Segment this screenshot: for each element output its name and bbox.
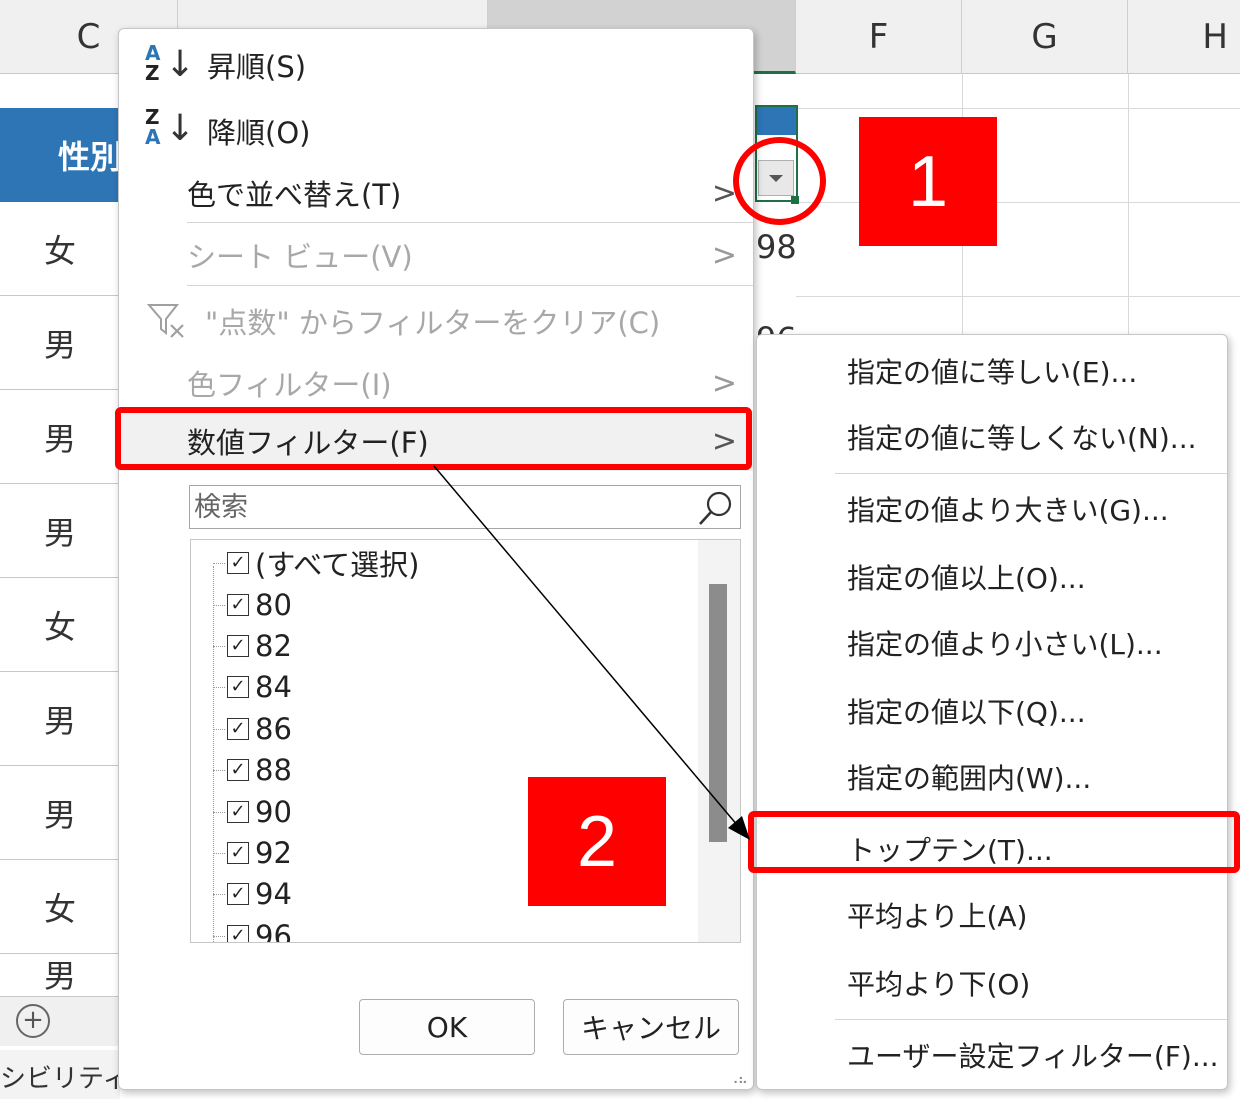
sort-ascending-icon: A Z ↓ xyxy=(145,41,196,85)
submenu-item-greater-than[interactable]: 指定の値より大きい(G)... xyxy=(757,479,1227,539)
cell-gender-3[interactable]: 男 xyxy=(0,390,120,484)
list-item-label: 82 xyxy=(255,629,292,663)
list-item-label: 92 xyxy=(255,836,292,870)
checkbox-checked-icon[interactable]: ✓ xyxy=(227,594,249,616)
chevron-right-icon: > xyxy=(711,237,737,273)
status-bar-accessibility[interactable]: シビリティ: I xyxy=(0,1050,120,1099)
submenu-item-less-than[interactable]: 指定の値より小さい(L)... xyxy=(757,613,1227,673)
list-item[interactable]: ✓ 90 xyxy=(213,793,292,831)
highlight-box-number-filter xyxy=(115,407,752,470)
submenu-item-between[interactable]: 指定の範囲内(W)... xyxy=(757,747,1227,807)
list-item-label: 88 xyxy=(255,753,292,787)
list-item-label: (すべて選択) xyxy=(255,548,420,582)
list-item-label: 84 xyxy=(255,670,292,704)
step-1-label: 1 xyxy=(859,117,997,246)
checkbox-checked-icon[interactable]: ✓ xyxy=(227,718,249,740)
grid-line xyxy=(1128,74,1129,344)
cell-gender-9[interactable]: 男 xyxy=(0,954,120,998)
header-cell-gender[interactable]: 性別 xyxy=(0,108,120,202)
grid-line xyxy=(796,108,1240,109)
checkbox-checked-icon[interactable]: ✓ xyxy=(227,883,249,905)
cell-gender-2[interactable]: 男 xyxy=(0,296,120,390)
list-item[interactable]: ✓ 94 xyxy=(213,875,292,913)
search-input[interactable] xyxy=(192,488,692,526)
sort-descending-label: 降順(O) xyxy=(207,116,311,150)
cell-score-1[interactable]: 98 xyxy=(756,228,797,266)
column-header-f[interactable]: F xyxy=(796,0,962,74)
highlight-circle-dropdown xyxy=(733,137,826,225)
list-item[interactable]: ✓ 80 xyxy=(213,586,292,624)
submenu-item-not-equals[interactable]: 指定の値に等しくない(N)... xyxy=(757,407,1227,467)
list-item-label: 90 xyxy=(255,795,292,829)
checkbox-checked-icon[interactable]: ✓ xyxy=(227,635,249,657)
list-item-label: 96 xyxy=(255,919,292,943)
cell-gender-7[interactable]: 男 xyxy=(0,766,120,860)
submenu-item-equals[interactable]: 指定の値に等しい(E)... xyxy=(757,341,1227,401)
ok-button[interactable]: OK xyxy=(359,999,535,1055)
list-item[interactable]: ✓ 96 xyxy=(213,917,292,943)
list-item[interactable]: ✓ 84 xyxy=(213,668,292,706)
number-filter-submenu: 指定の値に等しい(E)... 指定の値に等しくない(N)... 指定の値より大き… xyxy=(756,334,1228,1090)
sort-descending-item[interactable]: Z A ↓ 降順(O) xyxy=(119,101,753,161)
cancel-button[interactable]: キャンセル xyxy=(563,999,739,1055)
search-icon[interactable] xyxy=(696,488,736,528)
checkbox-checked-icon[interactable]: ✓ xyxy=(227,801,249,823)
scrollbar-thumb[interactable] xyxy=(709,584,727,842)
sort-descending-icon: Z A ↓ xyxy=(145,105,196,149)
submenu-item-less-or-equal[interactable]: 指定の値以下(Q)... xyxy=(757,681,1227,741)
grid-line xyxy=(796,296,1240,297)
list-item[interactable]: ✓ 82 xyxy=(213,627,292,665)
menu-separator xyxy=(187,222,753,223)
chevron-right-icon: > xyxy=(711,365,737,401)
list-item[interactable]: ✓ 88 xyxy=(213,751,292,789)
checkbox-checked-icon[interactable]: ✓ xyxy=(227,842,249,864)
menu-separator xyxy=(835,1019,1227,1020)
sheet-view-item: シート ビュー(V) > xyxy=(119,225,753,285)
list-item-label: 86 xyxy=(255,712,292,746)
submenu-item-greater-or-equal[interactable]: 指定の値以上(O)... xyxy=(757,547,1227,607)
resize-grip-icon[interactable]: ⠠⠦ xyxy=(728,1073,747,1087)
sort-ascending-item[interactable]: A Z ↓ 昇順(S) xyxy=(119,35,753,95)
sort-by-color-item[interactable]: 色で並べ替え(T) > xyxy=(119,163,753,223)
checkbox-checked-icon[interactable]: ✓ xyxy=(227,676,249,698)
clear-filter-item: "点数" からフィルターをクリア(C) xyxy=(119,291,753,351)
color-filter-label: 色フィルター(I) xyxy=(187,368,392,402)
menu-separator xyxy=(187,285,753,286)
submenu-item-below-average[interactable]: 平均より下(O) xyxy=(757,953,1227,1013)
checkbox-checked-icon[interactable]: ✓ xyxy=(227,759,249,781)
column-header-g[interactable]: G xyxy=(962,0,1128,74)
highlight-box-top-ten xyxy=(748,811,1240,873)
sort-ascending-label: 昇順(S) xyxy=(207,50,307,84)
submenu-item-custom-filter[interactable]: ユーザー設定フィルター(F)... xyxy=(757,1025,1227,1085)
autofilter-panel: A Z ↓ 昇順(S) Z A ↓ 降順(O) 色で並べ替え(T) > シート … xyxy=(118,28,754,1090)
clear-filter-label: "点数" からフィルターをクリア(C) xyxy=(205,306,661,340)
color-filter-item: 色フィルター(I) > xyxy=(119,353,753,413)
list-item[interactable]: ✓ 92 xyxy=(213,834,292,872)
search-box[interactable] xyxy=(189,485,741,529)
cell-gender-5[interactable]: 女 xyxy=(0,578,120,672)
list-item-label: 94 xyxy=(255,877,292,911)
checkbox-checked-icon[interactable]: ✓ xyxy=(227,552,249,574)
cell-gender-1[interactable]: 女 xyxy=(0,202,120,296)
sort-by-color-label: 色で並べ替え(T) xyxy=(187,178,402,212)
column-header-h[interactable]: H xyxy=(1128,0,1240,74)
step-2-label: 2 xyxy=(528,777,666,906)
cell-gender-6[interactable]: 男 xyxy=(0,672,120,766)
list-item-label: 80 xyxy=(255,588,292,622)
checkbox-checked-icon[interactable]: ✓ xyxy=(227,925,249,942)
clear-filter-icon xyxy=(147,304,184,338)
add-sheet-button[interactable]: + xyxy=(16,1004,50,1038)
cell-gender-4[interactable]: 男 xyxy=(0,484,120,578)
sheet-view-label: シート ビュー(V) xyxy=(187,240,413,274)
submenu-item-above-average[interactable]: 平均より上(A) xyxy=(757,885,1227,945)
cell-gender-8[interactable]: 女 xyxy=(0,860,120,954)
list-item[interactable]: ✓ 86 xyxy=(213,710,292,748)
menu-separator xyxy=(835,473,1227,474)
list-item-select-all[interactable]: ✓ (すべて選択) xyxy=(213,544,419,582)
